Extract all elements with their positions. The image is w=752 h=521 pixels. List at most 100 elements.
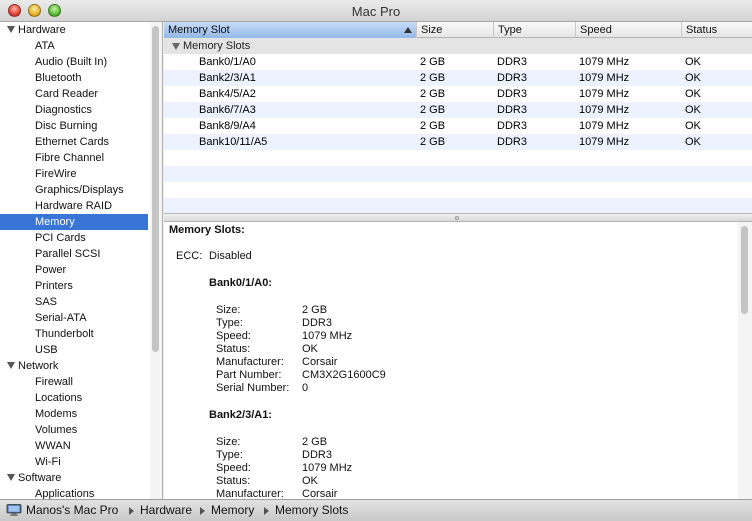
table-row[interactable]: Bank6/7/A3 2 GB DDR3 1079 MHz OK [164, 102, 752, 118]
sidebar-scrollbar[interactable] [150, 22, 162, 499]
sidebar-item-volumes[interactable]: Volumes [0, 422, 148, 438]
column-header-label: Memory Slot [168, 24, 230, 36]
sidebar-scrollbar-thumb[interactable] [152, 26, 159, 352]
sidebar-item-modems[interactable]: Modems [0, 406, 148, 422]
field-label: Part Number: [216, 369, 282, 381]
breadcrumb-item[interactable]: Hardware [140, 503, 192, 517]
detail-scrollbar[interactable] [738, 222, 752, 499]
field-value: OK [302, 343, 318, 355]
sidebar-item-diagnostics[interactable]: Diagnostics [0, 102, 148, 118]
table-cell-memory-slot: Bank10/11/A5 [199, 136, 268, 148]
sidebar-item-ata[interactable]: ATA [0, 38, 148, 54]
sidebar-item-locations[interactable]: Locations [0, 390, 148, 406]
sidebar-item-label: FireWire [35, 168, 77, 180]
table-cell-speed: 1079 MHz [579, 104, 630, 116]
table-cell-speed: 1079 MHz [579, 56, 630, 68]
sidebar-item-sas[interactable]: SAS [0, 294, 148, 310]
field-label: Type: [216, 317, 243, 329]
disclosure-triangle-icon[interactable] [7, 474, 15, 481]
column-header-label: Speed [580, 24, 612, 36]
sidebar-item-thunderbolt[interactable]: Thunderbolt [0, 326, 148, 342]
field-label: Size: [216, 304, 241, 316]
sidebar-item-label: SAS [35, 296, 58, 308]
table-cell-memory-slot: Bank4/5/A2 [199, 88, 256, 100]
sidebar-item-label: Memory [35, 216, 75, 228]
disclosure-triangle-icon[interactable] [7, 26, 15, 33]
column-header-label: Type [498, 24, 522, 36]
field-value: 2 GB [302, 304, 328, 316]
table-cell-size: 2 GB [420, 136, 446, 148]
split-view-divider[interactable] [164, 213, 752, 222]
column-header-memory-slot[interactable]: Memory Slot [164, 22, 417, 38]
field-value: 2 GB [302, 436, 328, 448]
sidebar-item-wi-fi[interactable]: Wi-Fi [0, 454, 148, 470]
sidebar-item-label: Locations [35, 392, 83, 404]
sidebar-item-disc-burning[interactable]: Disc Burning [0, 118, 148, 134]
sidebar-item-label: Modems [35, 408, 78, 420]
table-cell-type: DDR3 [497, 56, 527, 68]
memory-table: Memory Slot Size Type Speed Status Memor… [164, 22, 752, 213]
sidebar-category-network[interactable]: Network [0, 358, 148, 374]
breadcrumb-chevron-icon [264, 507, 269, 515]
sidebar-item-ethernet-cards[interactable]: Ethernet Cards [0, 134, 148, 150]
sidebar-item-applications[interactable]: Applications [0, 486, 148, 499]
table-row[interactable]: Bank2/3/A1 2 GB DDR3 1079 MHz OK [164, 70, 752, 86]
sidebar-item-printers[interactable]: Printers [0, 278, 148, 294]
sidebar-item-label: Firewall [35, 376, 73, 388]
sidebar-item-usb[interactable]: USB [0, 342, 148, 358]
sidebar-category-hardware[interactable]: Hardware [0, 22, 148, 38]
table-row[interactable]: Bank10/11/A5 2 GB DDR3 1079 MHz OK [164, 134, 752, 150]
disclosure-triangle-icon[interactable] [7, 362, 15, 369]
field-value: 1079 MHz [302, 462, 353, 474]
field-label: Manufacturer: [216, 356, 284, 368]
sidebar-item-label: ATA [35, 40, 55, 52]
table-cell-memory-slot: Bank6/7/A3 [199, 104, 256, 116]
empty-table-row [164, 150, 752, 166]
breadcrumb-item[interactable]: Manos's Mac Pro [26, 503, 118, 517]
group-row-memory-slots[interactable]: Memory Slots [164, 38, 752, 54]
table-cell-type: DDR3 [497, 104, 527, 116]
column-header-status[interactable]: Status [682, 22, 752, 38]
column-header-type[interactable]: Type [494, 22, 576, 38]
sidebar-item-parallel-scsi[interactable]: Parallel SCSI [0, 246, 148, 262]
sidebar-item-label: Power [35, 264, 67, 276]
bank-title: Bank0/1/A0: [209, 277, 272, 289]
sidebar-item-firewall[interactable]: Firewall [0, 374, 148, 390]
sidebar-category-software[interactable]: Software [0, 470, 148, 486]
sidebar-item-memory[interactable]: Memory [0, 214, 148, 230]
table-row[interactable]: Bank4/5/A2 2 GB DDR3 1079 MHz OK [164, 86, 752, 102]
sidebar-item-bluetooth[interactable]: Bluetooth [0, 70, 148, 86]
sidebar-item-card-reader[interactable]: Card Reader [0, 86, 148, 102]
table-row[interactable]: Bank0/1/A0 2 GB DDR3 1079 MHz OK [164, 54, 752, 70]
title-bar: Mac Pro [0, 0, 752, 22]
disclosure-triangle-icon[interactable] [172, 43, 180, 50]
column-header-speed[interactable]: Speed [576, 22, 682, 38]
sidebar-item-hardware-raid[interactable]: Hardware RAID [0, 198, 148, 214]
sidebar-item-label: Thunderbolt [35, 328, 94, 340]
table-cell-memory-slot: Bank8/9/A4 [199, 120, 256, 132]
sidebar-item-graphics-displays[interactable]: Graphics/Displays [0, 182, 148, 198]
table-cell-type: DDR3 [497, 88, 527, 100]
sidebar-item-label: Serial-ATA [35, 312, 87, 324]
table-cell-size: 2 GB [420, 104, 446, 116]
table-row[interactable]: Bank8/9/A4 2 GB DDR3 1079 MHz OK [164, 118, 752, 134]
sidebar-item-fibre-channel[interactable]: Fibre Channel [0, 150, 148, 166]
sidebar-item-power[interactable]: Power [0, 262, 148, 278]
field-label: Speed: [216, 330, 251, 342]
column-header-size[interactable]: Size [417, 22, 494, 38]
sidebar-item-label: Wi-Fi [35, 456, 61, 468]
sidebar-item-wwan[interactable]: WWAN [0, 438, 148, 454]
breadcrumb-item[interactable]: Memory [211, 503, 254, 517]
breadcrumb-item[interactable]: Memory Slots [275, 503, 348, 517]
detail-scrollbar-thumb[interactable] [741, 226, 748, 314]
field-value: Corsair [302, 488, 338, 499]
sidebar-item-pci-cards[interactable]: PCI Cards [0, 230, 148, 246]
field-value: 0 [302, 382, 309, 394]
sidebar-item-firewire[interactable]: FireWire [0, 166, 148, 182]
table-cell-status: OK [685, 88, 701, 100]
sidebar-item-serial-ata[interactable]: Serial-ATA [0, 310, 148, 326]
field-label: Size: [216, 436, 241, 448]
sort-ascending-icon [404, 27, 412, 33]
table-cell-speed: 1079 MHz [579, 136, 630, 148]
sidebar-item-audio-built-in[interactable]: Audio (Built In) [0, 54, 148, 70]
